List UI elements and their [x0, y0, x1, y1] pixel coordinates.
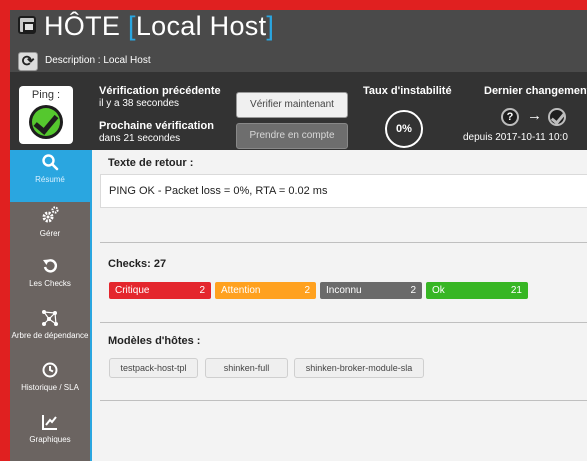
checks-ok-badge[interactable]: Ok 21 [426, 282, 528, 299]
sidebar-item-resume[interactable]: Résumé [10, 150, 90, 202]
badge-label: Critique [115, 285, 150, 296]
badge-label: Ok [432, 285, 445, 296]
checks-title: Checks: 27 [108, 258, 167, 270]
last-change-title: Dernier changement [484, 85, 587, 97]
sidebar-item-label: Arbre de dépendance [11, 331, 89, 340]
badge-count: 2 [410, 285, 416, 296]
status-bar: Ping : Vérification précédente il y a 38… [10, 72, 587, 150]
title-bracket-close: ] [266, 11, 275, 41]
sidebar-item-dependency-tree[interactable]: Arbre de dépendance [10, 306, 90, 358]
badge-count: 2 [199, 285, 205, 296]
output-title: Texte de retour : [108, 157, 194, 169]
next-check-title: Prochaine vérification [99, 120, 214, 132]
title-prefix: HÔTE [44, 11, 121, 41]
instability-title: Taux d'instabilité [363, 85, 452, 97]
ping-label: Ping : [31, 89, 61, 101]
ok-state-icon [548, 108, 566, 126]
template-tag[interactable]: shinken-full [205, 358, 288, 378]
checks-warning-badge[interactable]: Attention 2 [215, 282, 316, 299]
sidebar-item-label: Historique / SLA [21, 383, 79, 392]
output-box: PING OK - Packet loss = 0%, RTA = 0.02 m… [100, 174, 587, 208]
template-tag[interactable]: testpack-host-tpl [109, 358, 198, 378]
badge-count: 2 [304, 285, 310, 296]
next-check-value: dans 21 secondes [99, 133, 181, 144]
sidebar-item-checks[interactable]: Les Checks [10, 254, 90, 306]
host-icon [18, 16, 36, 34]
templates-title: Modèles d'hôtes : [108, 335, 201, 347]
badge-label: Attention [221, 285, 261, 296]
divider [100, 322, 587, 323]
badge-label: Inconnu [326, 285, 362, 296]
sidebar-item-label: Résumé [35, 175, 65, 184]
host-name: Local Host [135, 11, 267, 41]
previous-check-title: Vérification précédente [99, 85, 221, 97]
host-description: Description : Local Host [45, 55, 151, 66]
tree-icon [10, 309, 90, 331]
title-bracket-open: [ [128, 11, 136, 41]
instability-value: 0% [385, 110, 423, 148]
sidebar-item-label: Graphiques [29, 435, 71, 444]
arrow-right-icon: → [527, 107, 542, 124]
gears-icon [10, 205, 90, 229]
checks-unknown-badge[interactable]: Inconnu 2 [320, 282, 422, 299]
sidebar-item-gerer[interactable]: Gérer [10, 202, 90, 254]
divider [100, 400, 587, 401]
redo-icon [10, 257, 90, 279]
badge-count: 21 [510, 285, 522, 296]
divider [100, 242, 587, 243]
sidebar-item-label: Gérer [39, 229, 61, 238]
refresh-icon[interactable]: ⟳ [18, 52, 38, 71]
checks-critical-badge[interactable]: Critique 2 [109, 282, 211, 299]
acknowledge-button[interactable]: Prendre en compte [236, 123, 348, 149]
search-icon [10, 153, 90, 175]
summary-panel: Texte de retour : PING OK - Packet loss … [90, 150, 587, 461]
output-text: PING OK - Packet loss = 0%, RTA = 0.02 m… [109, 185, 328, 197]
state-frame-top [0, 0, 587, 10]
ok-check-icon [29, 105, 63, 139]
template-tag[interactable]: shinken-broker-module-sla [294, 358, 424, 378]
sidebar-item-graphs[interactable]: Graphiques [10, 410, 90, 461]
state-frame-left [0, 0, 10, 461]
host-header: HÔTE [Local Host] ⟳ Description : Local … [10, 10, 587, 72]
last-change-since: depuis 2017-10-11 10:0 [463, 132, 568, 143]
sidebar-item-label: Les Checks [29, 279, 71, 288]
panel-accent-line [90, 150, 92, 461]
chart-icon [10, 413, 90, 435]
verify-now-button[interactable]: Vérifier maintenant [236, 92, 348, 118]
sidebar: Résumé Gérer Les Checks Arbre de dépenda… [10, 150, 90, 461]
sidebar-item-history[interactable]: Historique / SLA [10, 358, 90, 410]
clock-icon [10, 361, 90, 383]
ping-status-card: Ping : [19, 86, 73, 144]
page-title: HÔTE [Local Host] [44, 11, 274, 42]
unknown-state-icon: ? [501, 108, 519, 126]
previous-check-value: il y a 38 secondes [99, 98, 180, 109]
